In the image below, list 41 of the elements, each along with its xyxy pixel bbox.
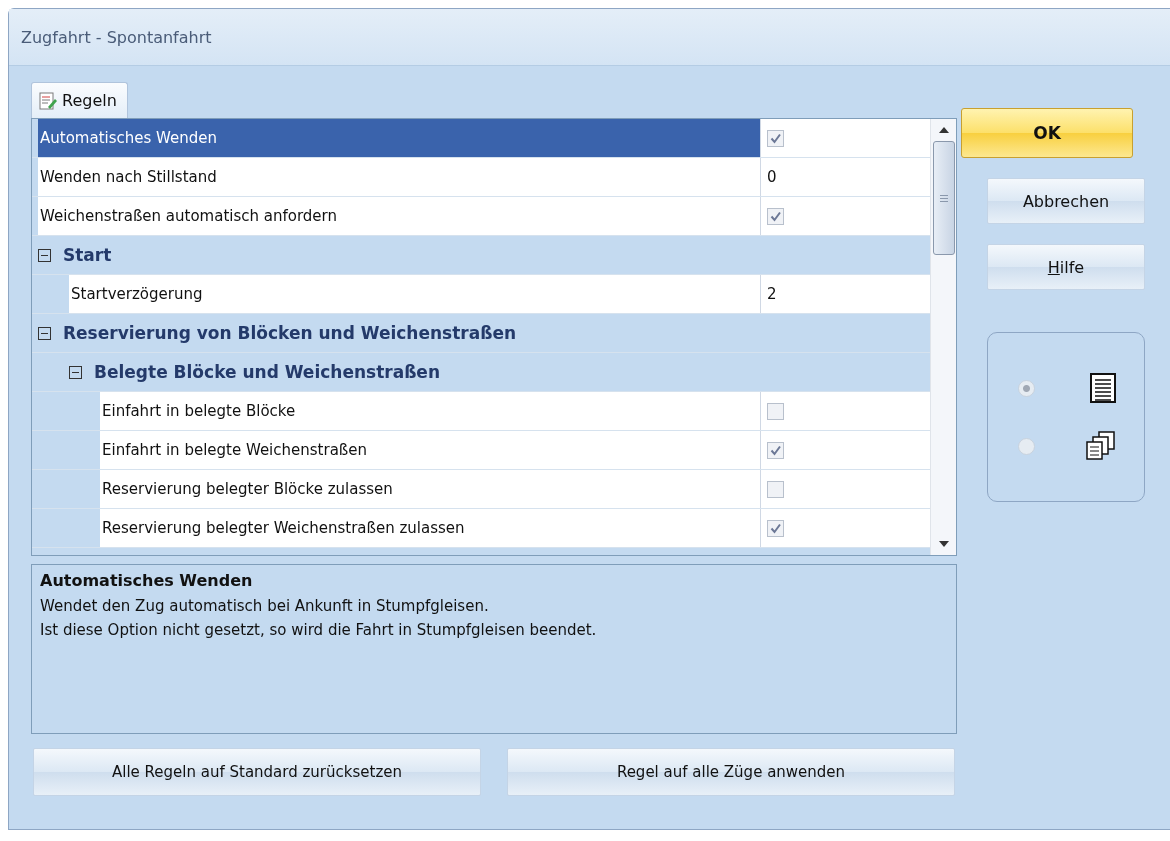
collapse-icon[interactable] [38,326,51,340]
collapse-icon[interactable] [69,365,82,379]
radio-button[interactable] [1018,379,1035,397]
checkbox[interactable] [767,402,784,420]
apply-button[interactable]: Regel auf alle Züge anwenden [507,748,955,796]
radio-button[interactable] [1018,437,1035,455]
category-label: Reservierung von Blöcken und Weichenstraßen [63,323,517,343]
description-text: Wendet den Zug automatisch bei Ankunft in Stumpfgleisen. [40,596,490,617]
scrollbar[interactable] [930,119,956,555]
property-name[interactable]: Weichenstraßen automatisch anfordern [38,197,760,235]
property-name[interactable]: Automatisches Wenden [38,119,760,157]
checkbox[interactable] [767,441,784,459]
checkbox[interactable] [767,129,784,147]
property-name[interactable]: Einfahrt in belegte Weichenstraßen [100,431,760,469]
property-name[interactable]: Startverzögerung [69,275,760,313]
scroll-down-icon[interactable] [938,541,949,547]
property-value[interactable]: 0 [767,168,777,186]
description-text: Ist diese Option nicht gesetzt, so wird die Fahrt in Stumpfgleisen beendet. [40,620,598,641]
dialog-button[interactable]: Hilfe [987,244,1145,290]
category-label: Belegte Blöcke und Weichenstraßen [94,362,440,382]
property-name[interactable]: Wenden nach Stillstand [38,158,760,196]
scroll-up-icon[interactable] [938,127,949,133]
stacked-windows-icon [1086,431,1116,461]
collapse-icon[interactable] [38,248,51,262]
category-label: Start [63,245,112,265]
rules-tab[interactable]: Regeln [31,82,128,118]
property-name[interactable]: Einfahrt in belegte Blöcke [100,392,760,430]
dialog-button[interactable]: Abbrechen [987,178,1145,224]
list-icon [1090,373,1116,403]
description-title: Automatisches Wenden [40,571,254,590]
checkbox[interactable] [767,519,784,537]
ok-button[interactable]: OK [961,108,1133,158]
scroll-thumb[interactable] [932,141,955,255]
checkbox[interactable] [767,207,784,225]
reset-button[interactable]: Alle Regeln auf Standard zurücksetzen [33,748,481,796]
property-name[interactable]: Reservierung belegter Weichenstraßen zulassen [100,509,760,547]
notepad-icon [38,90,58,111]
window-title: Zugfahrt - Spontanfahrt [21,27,212,47]
checkbox[interactable] [767,480,784,498]
property-name[interactable]: Reservierung belegter Blöcke zulassen [100,470,760,508]
property-value[interactable]: 2 [767,285,777,303]
